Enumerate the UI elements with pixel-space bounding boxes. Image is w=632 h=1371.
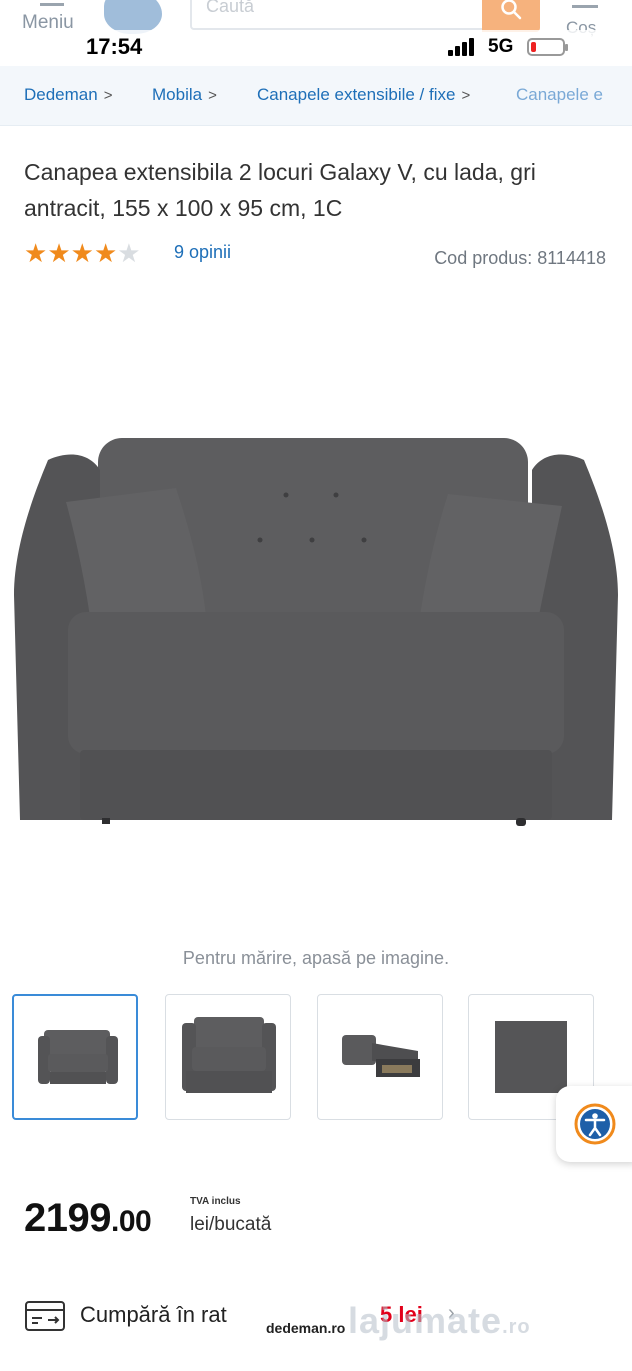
thumbnail-3[interactable] bbox=[317, 994, 443, 1120]
chevron-right-icon: > bbox=[103, 87, 113, 104]
installments-icon bbox=[25, 1301, 65, 1331]
search-icon bbox=[501, 0, 522, 20]
chevron-right-icon: > bbox=[208, 87, 217, 104]
chevron-right-icon: > bbox=[461, 87, 471, 104]
lajumate-watermark: lajumate.ro bbox=[348, 1300, 531, 1341]
breadcrumb-item-dedeman[interactable]: Dedeman > bbox=[24, 85, 112, 105]
zoom-hint: Pentru mărire, apasă pe imagine. bbox=[182, 948, 450, 968]
installments-link[interactable]: Cumpără în rat bbox=[80, 1302, 227, 1328]
accessibility-icon bbox=[574, 1103, 616, 1145]
star-icon: ★ bbox=[117, 238, 141, 268]
watermark-domain: dedeman.ro bbox=[266, 1320, 346, 1336]
accessibility-button[interactable] bbox=[556, 1086, 632, 1162]
star-icon: ★ bbox=[70, 238, 94, 268]
network-type: 5G bbox=[488, 36, 514, 57]
thumbnail-2[interactable] bbox=[165, 994, 291, 1120]
reviews-link[interactable]: 9 opinii bbox=[174, 242, 231, 263]
signal-icon bbox=[448, 38, 480, 56]
rating-stars[interactable]: ★★★★★ bbox=[24, 238, 141, 268]
product-code: Cod produs: 8114418 bbox=[434, 248, 606, 268]
breadcrumb-item-canapele[interactable]: Canapele extensibile / fixe > bbox=[257, 85, 470, 105]
product-price: 2199.00 bbox=[24, 1196, 152, 1240]
breadcrumb-item-mobila[interactable]: Mobila > bbox=[152, 85, 217, 105]
vat-label: TVA inclus bbox=[190, 1196, 241, 1207]
thumbnail-1[interactable] bbox=[12, 994, 138, 1120]
search-placeholder: Caută bbox=[206, 0, 255, 16]
dedeman-logo[interactable] bbox=[104, 0, 162, 34]
cart-icon[interactable] bbox=[572, 0, 598, 8]
product-main-image[interactable] bbox=[0, 420, 632, 840]
breadcrumb-item-current[interactable]: Canapele e bbox=[516, 85, 603, 105]
star-icon: ★ bbox=[47, 238, 71, 268]
status-time: 17:54 bbox=[86, 34, 143, 59]
star-icon: ★ bbox=[24, 238, 48, 268]
breadcrumb: Dedeman > Mobila > Canapele extensibile / … bbox=[0, 66, 632, 126]
battery-icon bbox=[527, 38, 568, 56]
price-unit: lei/bucată bbox=[190, 1214, 272, 1235]
star-icon: ★ bbox=[93, 238, 118, 268]
search-button[interactable] bbox=[482, 0, 540, 32]
menu-icon[interactable] bbox=[40, 0, 64, 6]
product-title: Canapea extensibila 2 locuri Galaxy V, c… bbox=[24, 159, 536, 221]
